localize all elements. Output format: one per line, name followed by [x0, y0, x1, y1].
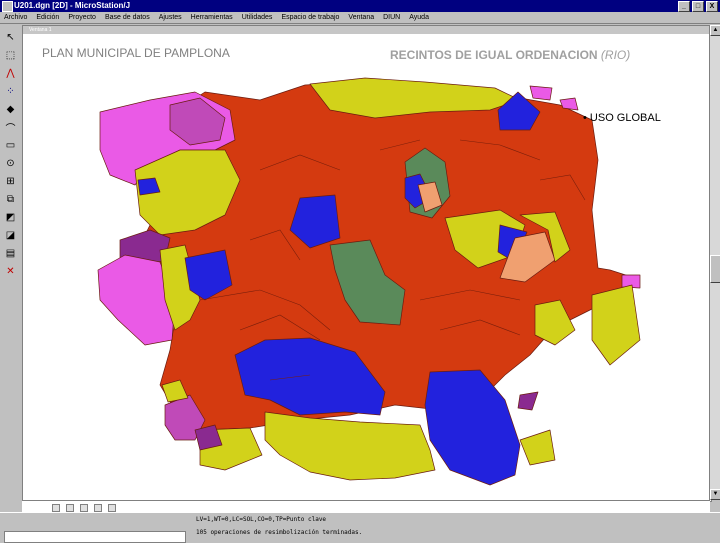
menu-espacio-de-trabajo[interactable]: Espacio de trabajo [281, 12, 339, 23]
menu-ayuda[interactable]: Ayuda [409, 12, 429, 23]
menu-archivo[interactable]: Archivo [4, 12, 27, 23]
maximize-button[interactable]: □ [692, 1, 704, 12]
menu-proyecto[interactable]: Proyecto [68, 12, 96, 23]
recintos-title-suffix: (RIO) [600, 48, 631, 62]
copy-tool-icon[interactable]: ⧉ [4, 193, 17, 206]
line-tool-icon[interactable]: ⋀ [4, 67, 17, 80]
view-control-icon[interactable] [94, 504, 102, 512]
menu-bar: Archivo Edición Proyecto Base de datos A… [0, 12, 720, 24]
close-button[interactable]: X [706, 1, 718, 12]
status-line-1: LV=1,WT=0,LC=SOL,CO=0,TP=Punto clave [196, 516, 327, 523]
modify-tool-icon[interactable]: ◩ [4, 211, 17, 224]
menu-ventana[interactable]: Ventana [348, 12, 374, 23]
scroll-thumb[interactable] [710, 255, 720, 283]
shape-tool-icon[interactable]: ◆ [4, 103, 17, 116]
chart-tool-icon[interactable]: ▤ [4, 247, 17, 260]
element-selection-tool-icon[interactable]: ↖ [4, 31, 17, 44]
plan-title: PLAN MUNICIPAL DE PAMPLONA [42, 46, 230, 60]
arc-tool-icon[interactable]: ⌒ [4, 121, 17, 135]
vertical-scrollbar[interactable]: ▲ ▼ [709, 25, 720, 500]
scroll-down-icon[interactable]: ▼ [710, 489, 720, 500]
zoning-map[interactable] [22, 25, 710, 500]
status-bar: LV=1,WT=0,LC=SOL,CO=0,TP=Punto clave 105… [0, 512, 720, 543]
status-line-2: 105 operaciones de resimbolización termi… [196, 529, 363, 536]
points-tool-icon[interactable]: ⁘ [4, 85, 17, 98]
view-control-icon[interactable] [108, 504, 116, 512]
fence-tool-icon[interactable]: ⬚ [4, 49, 17, 62]
window-title-bar: U201.dgn [2D] - MicroStation/J _ □ X [0, 0, 720, 12]
map-zone-rural [519, 429, 556, 466]
menu-base-de-datos[interactable]: Base de datos [105, 12, 150, 23]
legend-uso-global: • USO GLOBAL [583, 112, 661, 124]
menu-edicion[interactable]: Edición [36, 12, 59, 23]
recintos-title-text: RECINTOS DE IGUAL ORDENACION [390, 48, 598, 62]
map-zone-rural [264, 411, 436, 481]
map-zone-industrial [424, 369, 521, 486]
zoom-tool-icon[interactable]: ⊙ [4, 157, 17, 170]
app-icon [2, 1, 13, 12]
main-toolbar: ↖ ⬚ ⋀ ⁘ ◆ ⌒ ▭ ⊙ ⊞ ⧉ ◩ ◪ ▤ ✕ [0, 25, 23, 515]
map-zone-institutional [517, 391, 539, 411]
view-control-icon[interactable] [80, 504, 88, 512]
delete-tool-icon[interactable]: ✕ [4, 265, 17, 278]
status-input-field[interactable] [4, 531, 186, 543]
view-control-icon[interactable] [52, 504, 60, 512]
grid-tool-icon[interactable]: ⊞ [4, 175, 17, 188]
recintos-title: RECINTOS DE IGUAL ORDENACION (RIO) [390, 48, 630, 62]
measure-tool-icon[interactable]: ◪ [4, 229, 17, 242]
scroll-up-icon[interactable]: ▲ [710, 25, 720, 36]
map-zone-special [529, 85, 553, 101]
map-zone-rural [591, 284, 641, 366]
menu-ajustes[interactable]: Ajustes [159, 12, 182, 23]
window-title: U201.dgn [2D] - MicroStation/J [14, 1, 131, 10]
view-control-icon[interactable] [66, 504, 74, 512]
menu-herramientas[interactable]: Herramientas [191, 12, 233, 23]
menu-diun[interactable]: DIUN [383, 12, 400, 23]
polygon-tool-icon[interactable]: ▭ [4, 139, 17, 152]
minimize-button[interactable]: _ [678, 1, 690, 12]
menu-utilidades[interactable]: Utilidades [242, 12, 273, 23]
